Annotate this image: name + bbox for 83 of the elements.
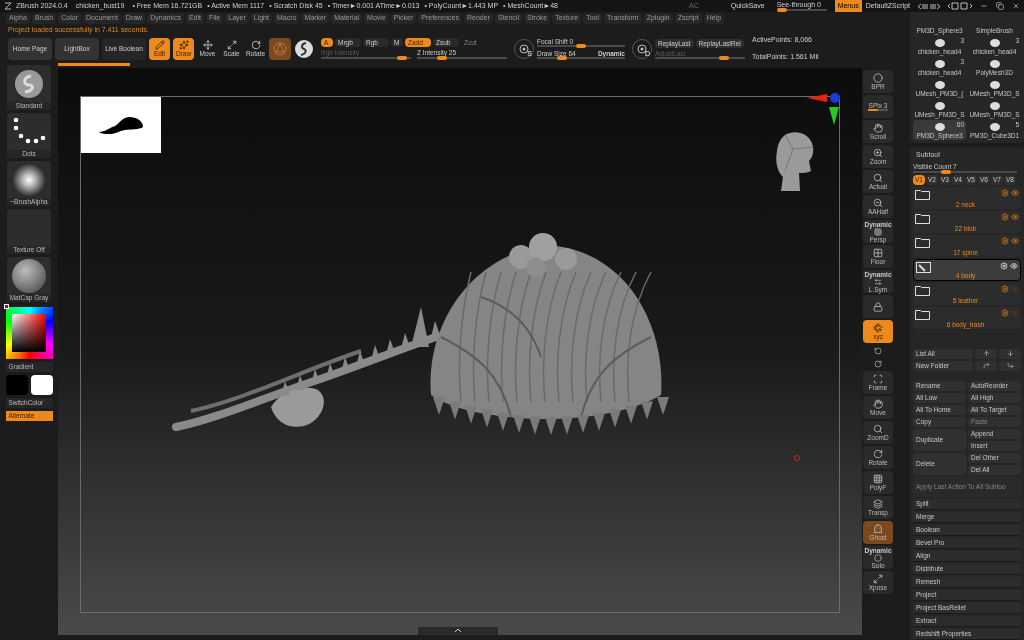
ghost-icon: [873, 524, 883, 534]
settings-icon[interactable]: [1001, 236, 1009, 245]
app-logo-icon: [4, 2, 12, 10]
rotate-3d-icon: [873, 323, 883, 333]
corner-arrow-icon: [1006, 362, 1014, 369]
close-icon[interactable]: [1012, 2, 1020, 10]
frame-icon: [873, 374, 883, 384]
corner-arrow-icon: [982, 362, 990, 369]
target-icon: [519, 43, 529, 54]
mesh-thumbnail-icon: [933, 101, 946, 111]
z-intensity-thumb[interactable]: [437, 56, 447, 60]
brush-thumbnail-icon: [14, 68, 44, 99]
minimize-icon[interactable]: [980, 2, 988, 10]
rotate-right-icon: [874, 359, 882, 368]
sculptris-toggle[interactable]: [269, 37, 291, 60]
mesh-thumbnail-icon: [988, 38, 1001, 48]
arrows-icon[interactable]: [918, 2, 940, 10]
move-icon: [202, 40, 213, 50]
silhouette-icon: [97, 114, 145, 136]
move-down-button[interactable]: [999, 348, 1021, 359]
double-arrow-icon: [874, 277, 882, 286]
zoom-out-icon: [873, 198, 883, 208]
color-swatch[interactable]: [30, 375, 53, 395]
folder-icon: [915, 308, 930, 320]
triangle-circle-icon: [273, 41, 287, 56]
expand-icon: [873, 574, 883, 584]
settings-icon[interactable]: [1001, 308, 1009, 317]
settings-icon[interactable]: [1001, 284, 1009, 293]
bottom-tray-handle[interactable]: [418, 626, 498, 635]
mesh-thumbnail-icon: [933, 80, 946, 90]
shelf-button[interactable]: [863, 295, 893, 318]
settings-icon[interactable]: [1001, 212, 1009, 221]
mesh-thumbnail-icon: [933, 122, 946, 132]
eye-icon[interactable]: [1011, 188, 1019, 197]
caret-up-icon: [453, 627, 463, 634]
see-through-thumb[interactable]: [776, 8, 787, 12]
color-picker[interactable]: [5, 307, 53, 359]
move-out-button[interactable]: [999, 360, 1021, 371]
color-cursor-icon: [4, 304, 9, 309]
magnifier-icon: [873, 424, 883, 434]
folder-icon: [915, 212, 930, 224]
sparkle-icon: [178, 40, 189, 50]
lock-icon: [873, 301, 883, 312]
adjust-last-track[interactable]: [655, 56, 745, 59]
mesh-thumbnail-icon: [933, 38, 946, 48]
arrow-down-icon: [1006, 350, 1014, 357]
layout-icon[interactable]: [948, 2, 972, 10]
eye-icon[interactable]: [1011, 212, 1019, 221]
settings-icon[interactable]: [1001, 188, 1009, 197]
circle-icon: [874, 553, 882, 562]
mesh-thumbnail-icon: [988, 101, 1001, 111]
brush-sphere-icon[interactable]: [294, 38, 314, 59]
focal-shift-thumb[interactable]: [576, 44, 586, 48]
mesh-thumbnail-icon: [988, 80, 1001, 90]
target-icon: [637, 43, 647, 54]
mesh-icon: [916, 261, 931, 273]
move-up-button[interactable]: [975, 348, 997, 359]
color-swatch[interactable]: [5, 375, 28, 395]
rotate-left-icon: [874, 346, 882, 355]
visible-count-thumb[interactable]: [941, 169, 952, 174]
folder-icon: [915, 236, 930, 248]
pencil-icon: [154, 40, 165, 50]
draw-size-thumb[interactable]: [556, 56, 567, 60]
rotate-icon: [873, 449, 883, 459]
rotate-icon: [250, 40, 261, 50]
hand-icon: [873, 399, 883, 409]
zoom-in-icon: [873, 148, 883, 158]
folder-icon: [915, 284, 930, 296]
arrow-up-icon: [982, 350, 990, 357]
alpha-thumbnail: [12, 162, 46, 197]
mesh-thumbnail-icon: [988, 59, 1001, 69]
folder-icon: [915, 188, 930, 200]
mesh-thumbnail-icon: [988, 122, 1001, 132]
restore-icon[interactable]: [996, 2, 1004, 10]
layers-icon: [873, 499, 883, 509]
magnifier-icon: [873, 173, 883, 183]
sphere-icon: [873, 73, 883, 83]
move-into-button[interactable]: [975, 360, 997, 371]
expand-icon: [226, 40, 237, 50]
eye-icon[interactable]: [1011, 236, 1019, 245]
visible-count-track[interactable]: [913, 170, 1017, 173]
hand-icon: [873, 123, 883, 133]
mesh-thumbnail-icon: [933, 59, 946, 69]
